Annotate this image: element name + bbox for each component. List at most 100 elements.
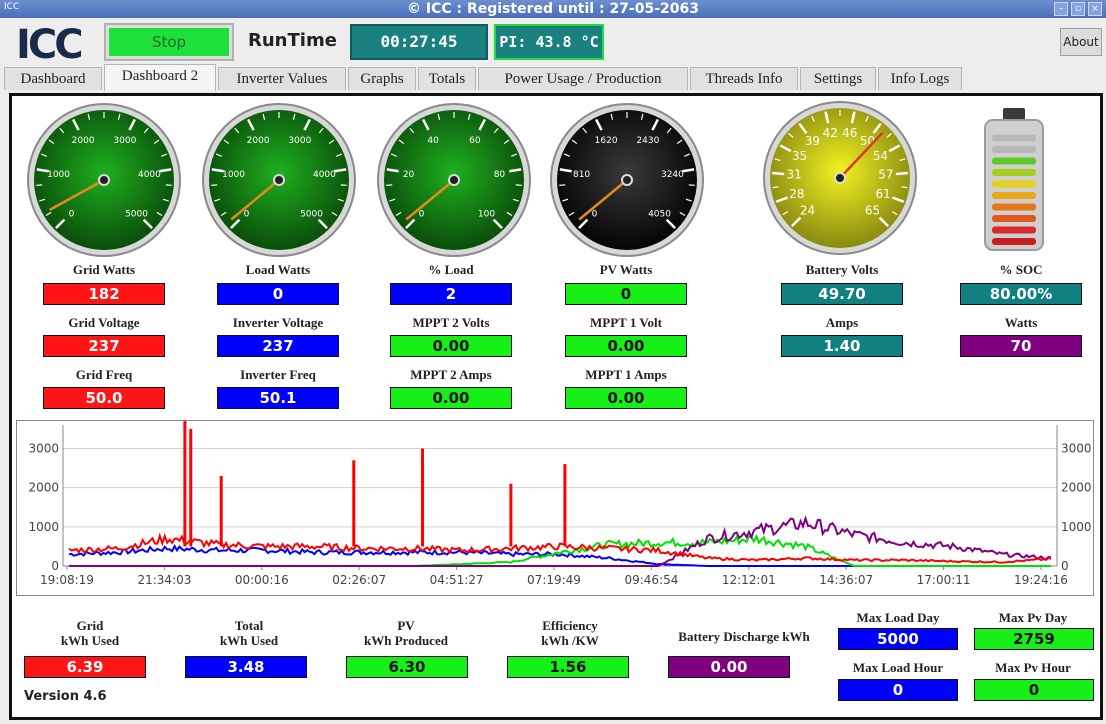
gauge-tick-label: 1620 — [595, 136, 618, 146]
mppt2-amps-value: 0.00 — [390, 387, 512, 409]
title-bar: ICC © ICC : Registered until : 27-05-206… — [0, 0, 1106, 18]
battery-soc-icon — [984, 108, 1044, 251]
minimize-icon[interactable]: – — [1054, 2, 1068, 16]
battery-level-bar — [992, 146, 1036, 153]
grid-freq-label: Grid Freq — [75, 367, 133, 382]
window-title: © ICC : Registered until : 27-05-2063 — [406, 1, 699, 17]
gauge-tick-label: 1000 — [222, 170, 245, 180]
mppt1-volt-value: 0.00 — [565, 335, 687, 357]
tab-threads-info[interactable]: Threads Info — [690, 67, 798, 90]
pv-watts-value: 0 — [565, 283, 687, 305]
percent-load-gauge: 0 20 40 60 80 100 — [377, 103, 531, 257]
tab-dashboard[interactable]: Dashboard — [4, 67, 102, 90]
gauge-tick-label: 100 — [478, 210, 495, 220]
gauge-tick-label: 20 — [403, 170, 415, 180]
tab-info-logs[interactable]: Info Logs — [878, 67, 962, 90]
battery-discharge-label: Battery Discharge kWh — [678, 629, 810, 644]
tab-dashboard-2[interactable]: Dashboard 2 — [104, 64, 216, 91]
tab-inverter-values[interactable]: Inverter Values — [218, 67, 346, 90]
max-load-day-label: Max Load Day — [856, 610, 940, 625]
gauge-tick-label: 4050 — [648, 210, 671, 220]
gauge-tick-label: 31 — [786, 168, 801, 182]
pv-kwh-label: PV kWh Produced — [348, 618, 464, 648]
tab-totals[interactable]: Totals — [418, 67, 476, 90]
chart-y-tick-label: 2000 — [28, 481, 59, 495]
close-icon[interactable]: × — [1088, 2, 1102, 16]
pv-watts-label: PV Watts — [599, 262, 653, 277]
battery-level-bar — [992, 238, 1036, 245]
tab-graphs[interactable]: Graphs — [348, 67, 416, 90]
about-button[interactable]: About — [1060, 28, 1102, 56]
tab-settings[interactable]: Settings — [800, 67, 876, 90]
chart-x-tick-label: 09:46:54 — [624, 573, 678, 587]
load-watts-gauge: 0 1000 2000 3000 4000 5000 — [202, 103, 356, 257]
gauge-tick-label: 0 — [69, 210, 75, 220]
total-kwh-label-line2: kWh Used — [219, 633, 279, 648]
chart-x-tick-label: 02:26:07 — [332, 573, 386, 587]
chart-y2-tick-label: 1000 — [1061, 520, 1092, 534]
watts-label: Watts — [1004, 315, 1038, 330]
chart-x-tick-label: 12:12:01 — [722, 573, 776, 587]
stop-button[interactable]: Stop — [104, 23, 234, 61]
mppt2-amps-label: MPPT 2 Amps — [410, 367, 492, 382]
chart-x-tick-label: 19:24:16 — [1014, 573, 1068, 587]
efficiency-value: 1.56 — [507, 656, 629, 678]
max-pv-day-label: Max Pv Day — [998, 610, 1068, 625]
gauge-tick-label: 2000 — [247, 136, 270, 146]
grid-kwh-label: Grid kWh Used — [40, 618, 140, 648]
gauge-tick-label: 42 — [823, 126, 838, 140]
grid-watts-gauge: 0 1000 2000 3000 4000 5000 — [27, 103, 181, 257]
gauge-tick-label: 24 — [800, 204, 815, 218]
battery-discharge-value: 0.00 — [668, 656, 790, 678]
gauge-tick-label: 2430 — [636, 136, 659, 146]
gauge-tick-label: 3240 — [661, 170, 684, 180]
gauge-tick-label: 57 — [878, 168, 893, 182]
gauge-major-tick — [772, 171, 785, 176]
total-kwh-value: 3.48 — [185, 656, 307, 678]
chart-x-tick-label: 17:00:11 — [917, 573, 971, 587]
grid-kwh-value: 6.39 — [24, 656, 146, 678]
efficiency-label-line2: kWh /KW — [541, 633, 599, 648]
chart-series-line — [68, 543, 1051, 567]
efficiency-label-line1: Efficiency — [542, 618, 598, 633]
chart-x-tick-label: 19:08:19 — [40, 573, 94, 587]
total-kwh-label-line1: Total — [234, 618, 264, 633]
gauge-tick-label: 3000 — [288, 136, 311, 146]
inverter-freq-label: Inverter Freq — [240, 367, 316, 382]
chart-y2-tick-label: 2000 — [1061, 481, 1092, 495]
grid-voltage-value: 237 — [43, 335, 165, 357]
battery-level-bar — [992, 180, 1036, 188]
battery-level-bar — [992, 215, 1036, 222]
max-pv-hour-value: 0 — [974, 679, 1094, 701]
maximize-icon[interactable]: ▫ — [1071, 2, 1085, 16]
load-watts-label: Load Watts — [245, 262, 311, 277]
gauge-minor-tick — [772, 186, 779, 189]
inverter-voltage-label: Inverter Voltage — [232, 315, 324, 330]
max-load-day-value: 5000 — [838, 628, 958, 650]
stop-button-label: Stop — [109, 28, 229, 56]
gauge-hub — [98, 174, 110, 186]
battery-level-bar — [992, 203, 1036, 211]
gauge-tick-label: 2000 — [72, 136, 95, 146]
inverter-freq-value: 50.1 — [217, 387, 339, 409]
percent-load-value: 2 — [390, 283, 512, 305]
version-label: Version 4.6 — [24, 689, 107, 704]
inverter-voltage-value: 237 — [217, 335, 339, 357]
chart-x-tick-label: 04:51:27 — [430, 573, 484, 587]
max-load-hour-label: Max Load Hour — [852, 660, 944, 675]
gauge-tick-label: 4000 — [313, 170, 336, 180]
gauge-tick-label: 80 — [494, 170, 506, 180]
gauge-tick-label: 46 — [842, 126, 857, 140]
chart-y2-tick-label: 3000 — [1061, 442, 1092, 456]
gauge-tick-label: 54 — [873, 149, 888, 163]
pv-watts-gauge: 0 810 1620 2430 3240 4050 — [550, 103, 704, 257]
gauge-hub — [273, 174, 285, 186]
grid-kwh-label-line1: Grid — [76, 618, 104, 633]
tab-power-usage-production[interactable]: Power Usage / Production — [478, 67, 688, 90]
gauge-tick-label: 0 — [244, 210, 250, 220]
max-pv-day-value: 2759 — [974, 628, 1094, 650]
total-kwh-label: Total kWh Used — [194, 618, 304, 648]
grid-voltage-label: Grid Voltage — [68, 315, 140, 330]
max-load-hour-value: 0 — [838, 679, 958, 701]
gauge-tick-label: 61 — [875, 187, 890, 201]
